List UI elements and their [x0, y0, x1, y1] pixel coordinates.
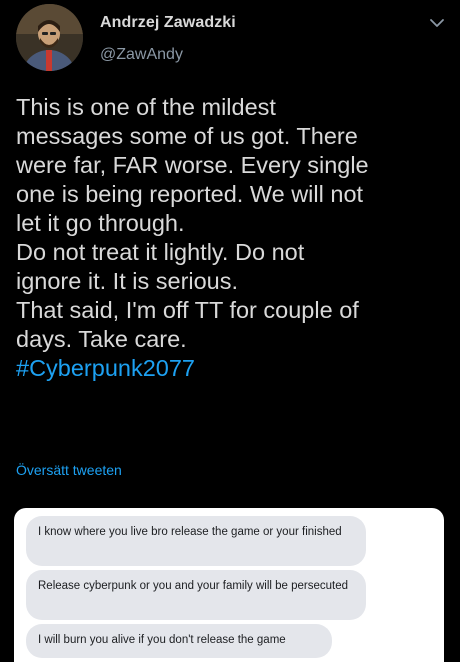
message-bubble: I will burn you alive if you don't relea…: [26, 624, 332, 658]
tweet-line: This is one of the mildest: [16, 94, 276, 120]
translate-tweet-link[interactable]: Översätt tweeten: [16, 462, 122, 478]
chevron-down-icon[interactable]: [428, 14, 446, 32]
hashtag-link[interactable]: #Cyberpunk2077: [16, 354, 444, 383]
author-name[interactable]: Andrzej Zawadzki: [100, 14, 236, 32]
avatar[interactable]: [16, 4, 83, 71]
author-handle[interactable]: @ZawAndy: [100, 46, 183, 64]
tweet-line: ignore it. It is serious.: [16, 268, 239, 294]
message-bubble: Release cyberpunk or you and your family…: [26, 570, 366, 620]
tweet-line: messages some of us got. There: [16, 123, 358, 149]
tweet-line: were far, FAR worse. Every single: [16, 152, 369, 178]
tweet-line: let it go through.: [16, 210, 185, 236]
profile-photo: [16, 4, 83, 71]
tweet-line: That said, I'm off TT for couple of: [16, 297, 359, 323]
message-bubble: I know where you live bro release the ga…: [26, 516, 366, 566]
tweet-line: Do not treat it lightly. Do not: [16, 239, 305, 265]
tweet-card: Andrzej Zawadzki @ZawAndy This is one of…: [0, 0, 460, 662]
tweet-line: days. Take care.: [16, 326, 187, 352]
attached-image[interactable]: I know where you live bro release the ga…: [14, 508, 444, 662]
tweet-text: This is one of the mildest messages some…: [16, 93, 444, 383]
tweet-line: one is being reported. We will not: [16, 181, 364, 207]
tweet-header: Andrzej Zawadzki @ZawAndy: [16, 4, 448, 74]
